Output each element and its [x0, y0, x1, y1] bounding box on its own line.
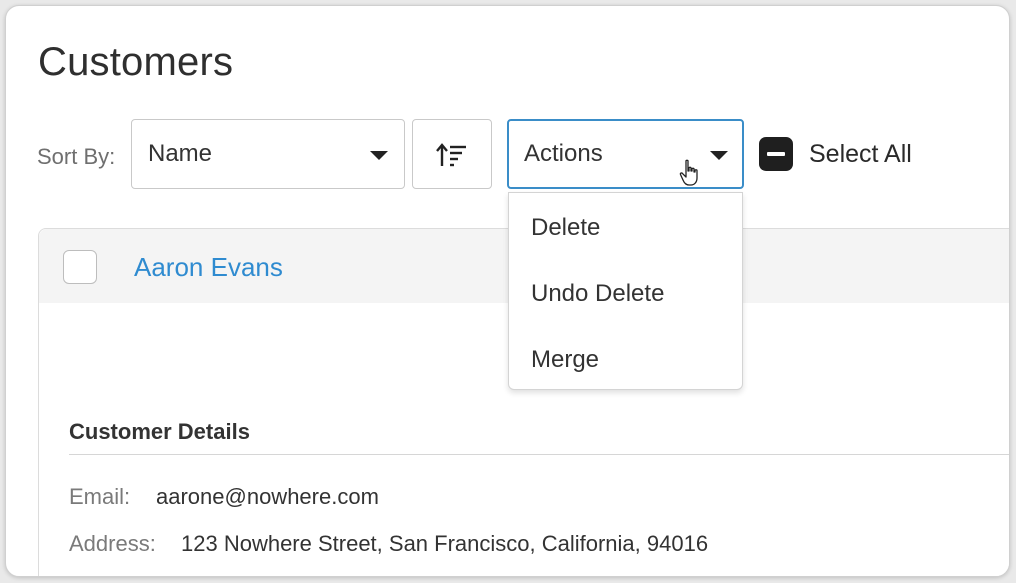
address-value: 123 Nowhere Street, San Francisco, Calif…	[181, 531, 709, 556]
actions-select-value: Actions	[524, 140, 603, 167]
caret-down-icon	[710, 151, 728, 160]
sort-by-value: Name	[148, 140, 213, 167]
menu-item-undo-delete[interactable]: Undo Delete	[531, 280, 664, 308]
hand-pointer-icon	[679, 159, 698, 186]
menu-item-delete[interactable]: Delete	[531, 214, 600, 242]
sort-direction-button[interactable]	[412, 119, 492, 189]
email-value: aarone@nowhere.com	[156, 484, 379, 509]
customer-details-heading: Customer Details	[69, 419, 250, 444]
select-all-label[interactable]: Select All	[809, 140, 912, 169]
actions-dropdown-menu: Delete Undo Delete Merge	[508, 192, 743, 390]
sort-ascending-icon	[436, 143, 466, 167]
minus-icon	[767, 152, 785, 156]
address-label: Address:	[69, 531, 156, 556]
sort-by-label: Sort By:	[37, 144, 116, 169]
email-label: Email:	[69, 484, 131, 509]
menu-item-merge[interactable]: Merge	[531, 346, 599, 374]
page-title: Customers	[38, 40, 234, 84]
caret-down-icon	[370, 151, 388, 160]
select-all-checkbox[interactable]	[759, 137, 793, 171]
app-window: Customers Sort By: Name Actions Select A…	[5, 5, 1010, 577]
sort-by-select[interactable]: Name	[131, 119, 405, 189]
customer-row-checkbox[interactable]	[63, 250, 97, 284]
actions-select[interactable]: Actions	[507, 119, 744, 189]
customer-name-link[interactable]: Aaron Evans	[134, 252, 283, 283]
details-divider	[69, 454, 1009, 455]
